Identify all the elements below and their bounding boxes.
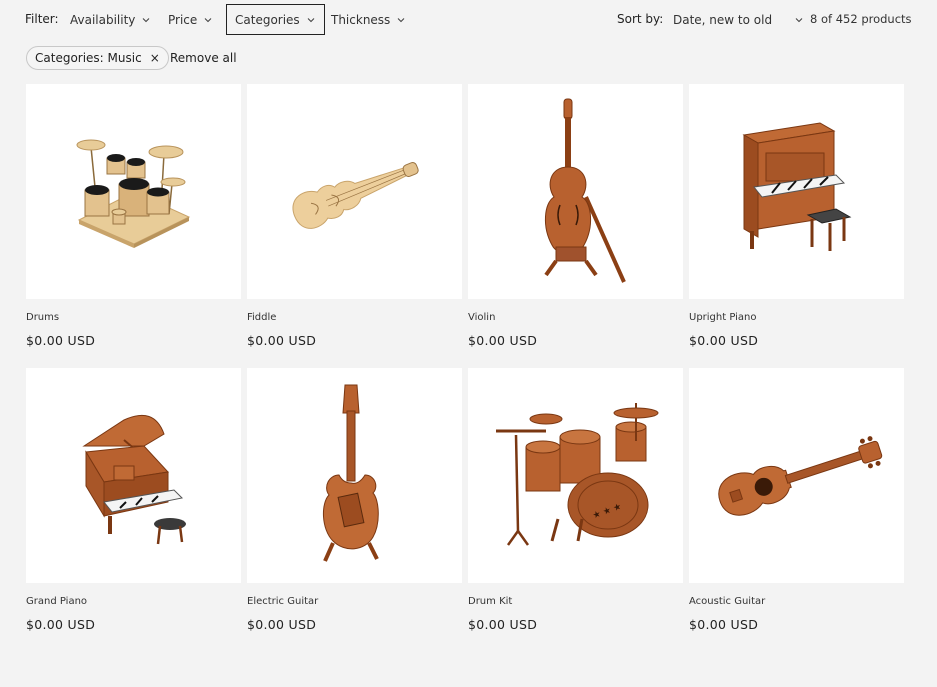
product-price: $0.00 USD xyxy=(247,617,317,632)
sort-select[interactable]: Date, new to old xyxy=(665,4,812,35)
product-title[interactable]: Grand Piano xyxy=(26,596,241,610)
product-card[interactable]: Drums $0.00 USD xyxy=(26,84,241,348)
product-title[interactable]: Upright Piano xyxy=(689,312,904,326)
drums-image xyxy=(76,139,190,248)
fiddle-image xyxy=(292,161,419,229)
remove-all-link[interactable]: Remove all xyxy=(170,51,237,65)
electric-guitar-image xyxy=(322,384,379,562)
filter-toolbar: Filter: Availability Price Categories Th… xyxy=(0,0,937,40)
product-title[interactable]: Electric Guitar xyxy=(247,596,462,610)
product-image[interactable] xyxy=(26,368,241,583)
product-image[interactable] xyxy=(689,368,904,583)
filter-label: Filter: xyxy=(25,12,59,26)
drum-kit-image: ★ ★ ★ xyxy=(495,402,658,546)
product-image[interactable] xyxy=(247,368,462,583)
product-title[interactable]: Violin xyxy=(468,312,683,326)
product-price: $0.00 USD xyxy=(689,617,759,632)
product-price: $0.00 USD xyxy=(468,333,538,348)
product-count: 8 of 452 products xyxy=(810,12,912,26)
product-price: $0.00 USD xyxy=(689,333,759,348)
availability-filter-button[interactable]: Availability xyxy=(62,4,159,35)
product-card[interactable]: Upright Piano $0.00 USD xyxy=(689,84,904,348)
violin-image xyxy=(543,98,626,283)
close-icon[interactable]: × xyxy=(150,51,160,65)
active-filter-label: Categories: Music xyxy=(35,51,142,65)
categories-filter-button[interactable]: Categories xyxy=(226,4,325,35)
availability-filter-label: Availability xyxy=(70,12,136,27)
chevron-down-icon xyxy=(307,17,315,22)
product-image[interactable] xyxy=(26,84,241,299)
thickness-filter-label: Thickness xyxy=(331,12,391,27)
thickness-filter-button[interactable]: Thickness xyxy=(323,4,414,35)
sort-label: Sort by: xyxy=(617,12,664,26)
product-price: $0.00 USD xyxy=(26,617,96,632)
chevron-down-icon xyxy=(397,17,405,22)
sort-selected-value: Date, new to old xyxy=(673,12,773,27)
product-image[interactable] xyxy=(247,84,462,299)
product-title[interactable]: Drums xyxy=(26,312,241,326)
upright-piano-image xyxy=(742,121,851,251)
product-image[interactable]: ★ ★ ★ xyxy=(468,368,683,583)
chevron-down-icon xyxy=(143,17,150,22)
product-card[interactable]: Acoustic Guitar $0.00 USD xyxy=(689,368,904,632)
product-card[interactable]: Violin $0.00 USD xyxy=(468,84,683,348)
categories-filter-label: Categories xyxy=(235,12,300,27)
product-card[interactable]: Grand Piano $0.00 USD xyxy=(26,368,241,632)
price-filter-label: Price xyxy=(168,12,198,27)
acoustic-guitar-image xyxy=(717,435,882,516)
product-image[interactable] xyxy=(689,84,904,299)
product-card[interactable]: ★ ★ ★ Drum Kit $0.00 USD xyxy=(468,368,683,632)
chevron-down-icon xyxy=(795,17,803,22)
price-filter-button[interactable]: Price xyxy=(160,4,221,35)
product-price: $0.00 USD xyxy=(468,617,538,632)
product-card[interactable]: Electric Guitar $0.00 USD xyxy=(247,368,462,632)
active-filter-chip[interactable]: Categories: Music × xyxy=(26,46,169,70)
product-title[interactable]: Drum Kit xyxy=(468,596,683,610)
product-title[interactable]: Acoustic Guitar xyxy=(689,596,904,610)
product-card[interactable]: Fiddle $0.00 USD xyxy=(247,84,462,348)
product-image[interactable] xyxy=(468,84,683,299)
grand-piano-image xyxy=(81,414,186,544)
product-price: $0.00 USD xyxy=(26,333,96,348)
product-price: $0.00 USD xyxy=(247,333,317,348)
chevron-down-icon xyxy=(204,17,212,22)
product-title[interactable]: Fiddle xyxy=(247,312,462,326)
